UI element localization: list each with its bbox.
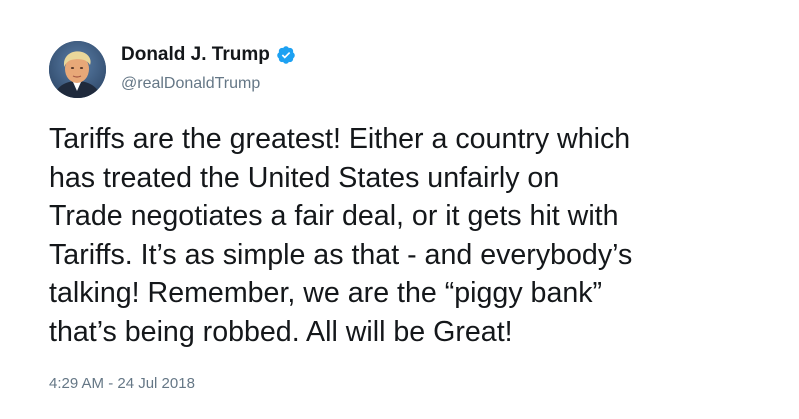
tweet-text-line: has treated the United States unfairly o… <box>49 161 560 194</box>
tweet-text-line: talking! Remember, we are the “piggy ban… <box>49 277 603 309</box>
tweet-text-line: Tariffs. It’s as simple as that - and ev… <box>49 238 633 271</box>
display-name[interactable]: Donald J. Trump <box>121 43 270 67</box>
tweet-text-line: Tariffs are the greatest! Either a count… <box>49 123 631 155</box>
user-handle[interactable]: @realDonaldTrump <box>121 74 260 94</box>
tweet-text-line: that’s being robbed. All will be Great! <box>49 315 513 348</box>
tweet-timestamp[interactable]: 4:29 AM - 24 Jul 2018 <box>49 374 195 394</box>
tweet-card: Donald J. Trump @realDonaldTrump Tariffs… <box>0 0 799 419</box>
avatar[interactable] <box>49 41 106 98</box>
author-row: Donald J. Trump <box>121 43 296 67</box>
tweet-text: Tariffs are the greatest! Either a count… <box>49 120 769 351</box>
verified-badge-icon <box>276 45 296 65</box>
tweet-text-line: Trade negotiates a fair deal, or it gets… <box>49 200 619 232</box>
avatar-image <box>49 41 106 98</box>
